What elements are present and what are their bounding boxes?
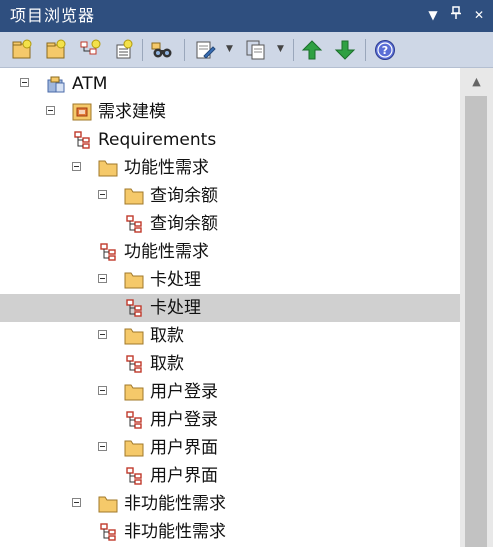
- tree-item[interactable]: Requirements: [0, 126, 460, 154]
- collapse-toggle-icon[interactable]: [20, 78, 29, 87]
- tree-item-label: 用户登录: [150, 382, 218, 402]
- scroll-thumb[interactable]: [465, 96, 487, 547]
- folder-icon: [124, 270, 144, 290]
- tree-item[interactable]: 功能性需求: [0, 154, 460, 182]
- tree-item-label: 卡处理: [150, 270, 201, 290]
- diagram-icon: [124, 298, 144, 318]
- folder-icon: [124, 438, 144, 458]
- diagram-icon: [124, 410, 144, 430]
- collapse-toggle-icon[interactable]: [98, 442, 107, 451]
- panel-title-bar: 项目浏览器 ▼ ✕: [0, 0, 493, 32]
- diagram-icon: [124, 354, 144, 374]
- collapse-toggle-icon[interactable]: [98, 330, 107, 339]
- tree-item[interactable]: 用户界面: [0, 462, 460, 490]
- model-icon: [46, 74, 66, 94]
- documentation-icon[interactable]: [193, 38, 217, 62]
- tree-item[interactable]: 取款: [0, 322, 460, 350]
- collapse-toggle-icon[interactable]: [72, 162, 81, 171]
- folder-icon: [98, 158, 118, 178]
- dropdown-arrow-icon[interactable]: ▼: [424, 6, 442, 24]
- tree-item[interactable]: 需求建模: [0, 98, 460, 126]
- collapse-toggle-icon[interactable]: [98, 190, 107, 199]
- diagram-icon: [124, 214, 144, 234]
- tree-item[interactable]: 查询余额: [0, 182, 460, 210]
- svg-text:?: ?: [382, 44, 388, 57]
- folder-icon: [124, 382, 144, 402]
- tree-item[interactable]: 卡处理: [0, 266, 460, 294]
- tree-item-label: 卡处理: [150, 298, 201, 318]
- folder-icon: [98, 494, 118, 514]
- folder-icon: [124, 186, 144, 206]
- tree-item-label: 功能性需求: [124, 158, 209, 178]
- collapse-toggle-icon[interactable]: [46, 106, 55, 115]
- vertical-scrollbar[interactable]: ▲: [460, 68, 493, 547]
- tree-item[interactable]: 用户登录: [0, 406, 460, 434]
- tree-item[interactable]: 用户登录: [0, 378, 460, 406]
- copy-dropdown-icon[interactable]: ▼: [277, 42, 284, 56]
- panel-title: 项目浏览器: [10, 6, 96, 25]
- tree-item[interactable]: 卡处理: [0, 294, 460, 322]
- tree-item[interactable]: 功能性需求: [0, 238, 460, 266]
- tree-item-label: 非功能性需求: [124, 494, 226, 514]
- search-binoculars-icon[interactable]: [150, 38, 174, 62]
- new-model-icon[interactable]: [10, 38, 34, 62]
- help-icon[interactable]: ?: [373, 38, 397, 62]
- tree-item[interactable]: 取款: [0, 350, 460, 378]
- tree-item-label: 用户界面: [150, 466, 218, 486]
- collapse-toggle-icon[interactable]: [98, 386, 107, 395]
- toolbar-separator: [184, 39, 185, 61]
- tree-item-label: 取款: [150, 326, 184, 346]
- new-diagram-icon[interactable]: [78, 38, 102, 62]
- tree-item-label: ATM: [72, 74, 108, 94]
- collapse-toggle-icon[interactable]: [98, 274, 107, 283]
- toolbar-separator: [142, 39, 143, 61]
- tree-item[interactable]: 非功能性需求: [0, 518, 460, 546]
- tree-item[interactable]: 查询余额: [0, 210, 460, 238]
- move-up-icon[interactable]: [300, 38, 324, 62]
- toolbar-separator: [365, 39, 366, 61]
- tree-item-label: 功能性需求: [124, 242, 209, 262]
- tree-item-label: 取款: [150, 354, 184, 374]
- tree-item-label: 用户界面: [150, 438, 218, 458]
- tree-item-label: 用户登录: [150, 410, 218, 430]
- scroll-up-arrow-icon[interactable]: ▲: [460, 68, 493, 94]
- tree-item-label: 需求建模: [98, 102, 166, 122]
- tree-item-label: 非功能性需求: [124, 522, 226, 542]
- collapse-toggle-icon[interactable]: [72, 498, 81, 507]
- diagram-icon: [98, 242, 118, 262]
- diagram-icon: [72, 130, 92, 150]
- toolbar-separator: [293, 39, 294, 61]
- tree-item[interactable]: ATM: [0, 70, 460, 98]
- pin-icon[interactable]: [447, 6, 465, 24]
- folder-icon: [124, 326, 144, 346]
- new-element-icon[interactable]: [112, 38, 136, 62]
- tree-item[interactable]: 用户界面: [0, 434, 460, 462]
- tree-item-label: 查询余额: [150, 186, 218, 206]
- diagram-icon: [124, 466, 144, 486]
- diagram-icon: [98, 522, 118, 542]
- new-package-icon[interactable]: [44, 38, 68, 62]
- tree-item-label: 查询余额: [150, 214, 218, 234]
- move-down-icon[interactable]: [333, 38, 357, 62]
- documentation-dropdown-icon[interactable]: ▼: [226, 42, 233, 56]
- tree-item[interactable]: 非功能性需求: [0, 490, 460, 518]
- toolbar: ▼ ▼ ?: [0, 32, 493, 68]
- close-icon[interactable]: ✕: [470, 6, 488, 24]
- package-icon: [72, 102, 92, 122]
- copy-icon[interactable]: [244, 38, 268, 62]
- project-tree[interactable]: ATM 需求建模 Requirements 功能性需求 查询余额 查询余额 功能性需求 卡处理…: [0, 68, 460, 547]
- tree-item-label: Requirements: [98, 130, 217, 150]
